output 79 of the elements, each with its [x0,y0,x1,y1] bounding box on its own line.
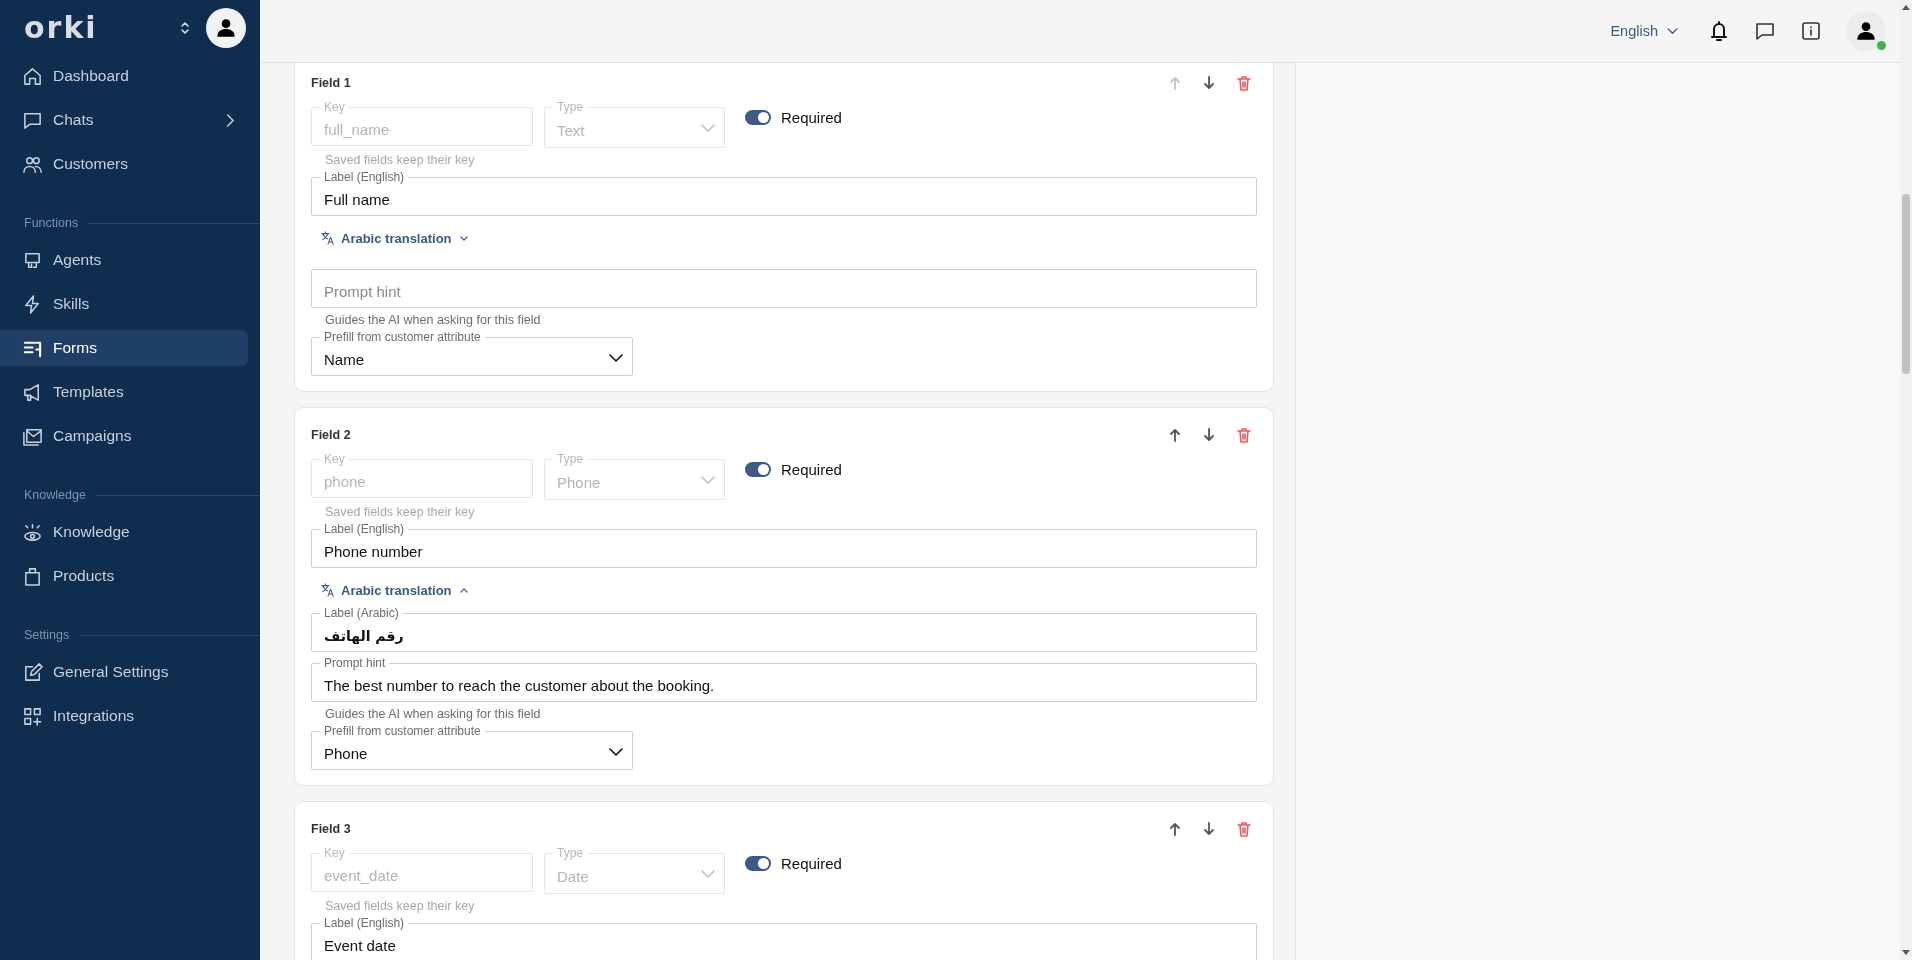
field-title: Field 1 [311,76,351,90]
helper-text: Saved fields keep their key [325,152,476,168]
translation-toggle[interactable]: Arabic translation [317,226,472,250]
field-label: Prefill from customer attribute [320,724,485,738]
delete-icon[interactable] [1237,75,1251,91]
toggle-label: Required [781,461,842,478]
field-title: Field 2 [311,428,351,442]
arrow-up-icon[interactable] [1169,428,1181,442]
toggle-switch[interactable] [745,110,771,125]
nav-item[interactable]: Dashboard [0,58,248,94]
field-label: Label (Arabic) [320,606,403,620]
field-label: Type [553,846,587,860]
grid-plus-icon [22,705,43,727]
arrow-down-icon[interactable] [1203,76,1215,90]
nav-item[interactable]: Skills [0,286,248,322]
arrow-down-icon[interactable] [1203,428,1215,442]
nav-item[interactable]: General Settings [0,654,248,690]
field-label: Type [553,100,587,114]
section-heading: Settings [24,628,70,642]
shopping-bag-icon [22,565,43,587]
chevron-down-icon [609,354,623,362]
chevron-down-icon [609,748,623,756]
nav-item[interactable]: Chats [0,102,248,138]
delete-icon[interactable] [1237,427,1251,443]
toggle-switch[interactable] [745,462,771,477]
prompt-hint-field[interactable]: Prompt hint [311,269,1257,308]
info-icon[interactable] [1800,20,1822,42]
field-label: Label (English) [320,522,409,536]
scroll-up-arrow-icon[interactable] [1902,4,1910,10]
nav-item[interactable]: Campaigns [0,418,248,454]
field-label: Key [320,846,349,860]
language-dropdown[interactable]: English [1610,23,1678,39]
chevron-down-icon [459,235,468,241]
home-icon [22,65,43,87]
nav-item[interactable]: Knowledge [0,514,248,550]
arrow-down-icon[interactable] [1203,822,1215,836]
helper-text: Guides the AI when asking for this field [325,706,542,722]
nav-item[interactable]: Customers [0,146,248,182]
bell-icon[interactable] [1708,20,1730,42]
switcher-chevrons-icon[interactable] [180,20,190,36]
toggle-label: Required [781,855,842,872]
arrow-up-icon[interactable] [1169,822,1181,836]
field-label: Label (English) [320,916,409,930]
field-label: Key [320,100,349,114]
field-label: Type [553,452,587,466]
nav-item[interactable]: Agents [0,242,248,278]
chevron-down-icon [701,476,715,484]
helper-text: Saved fields keep their key [325,898,476,914]
helper-text: Guides the AI when asking for this field [325,312,542,328]
delete-icon[interactable] [1237,821,1251,837]
translation-toggle[interactable]: Arabic translation [317,578,472,602]
chevron-down-icon [701,870,715,878]
nav-item[interactable]: Templates [0,374,248,410]
field-title: Field 3 [311,822,351,836]
user-avatar[interactable] [1846,11,1886,51]
eye-sparkle-icon [22,521,43,543]
field-label: Prompt hint [320,656,390,670]
field-label: Prefill from customer attribute [320,330,485,344]
scroll-down-arrow-icon[interactable] [1902,950,1910,956]
translate-icon [321,583,335,597]
avatar[interactable] [206,8,246,48]
toggle-label: Required [781,109,842,126]
toggle-switch[interactable] [745,856,771,871]
nav-item[interactable]: Products [0,558,248,594]
section-heading: Functions [24,216,79,230]
scrollbar[interactable] [1900,0,1912,960]
nav-item[interactable]: Integrations [0,698,248,734]
chevron-up-icon [459,587,468,593]
chevron-down-icon [701,124,715,132]
scrollbar-thumb[interactable] [1902,194,1910,374]
logo: orki [24,13,98,43]
helper-text: Saved fields keep their key [325,504,476,520]
chevron-down-icon [1667,27,1678,35]
field-label: Label (English) [320,170,409,184]
translate-icon [321,231,335,245]
nav-item[interactable]: Forms [0,330,248,366]
chat-bubble-icon[interactable] [1754,20,1776,42]
section-heading: Knowledge [24,488,86,502]
field-label: Key [320,452,349,466]
